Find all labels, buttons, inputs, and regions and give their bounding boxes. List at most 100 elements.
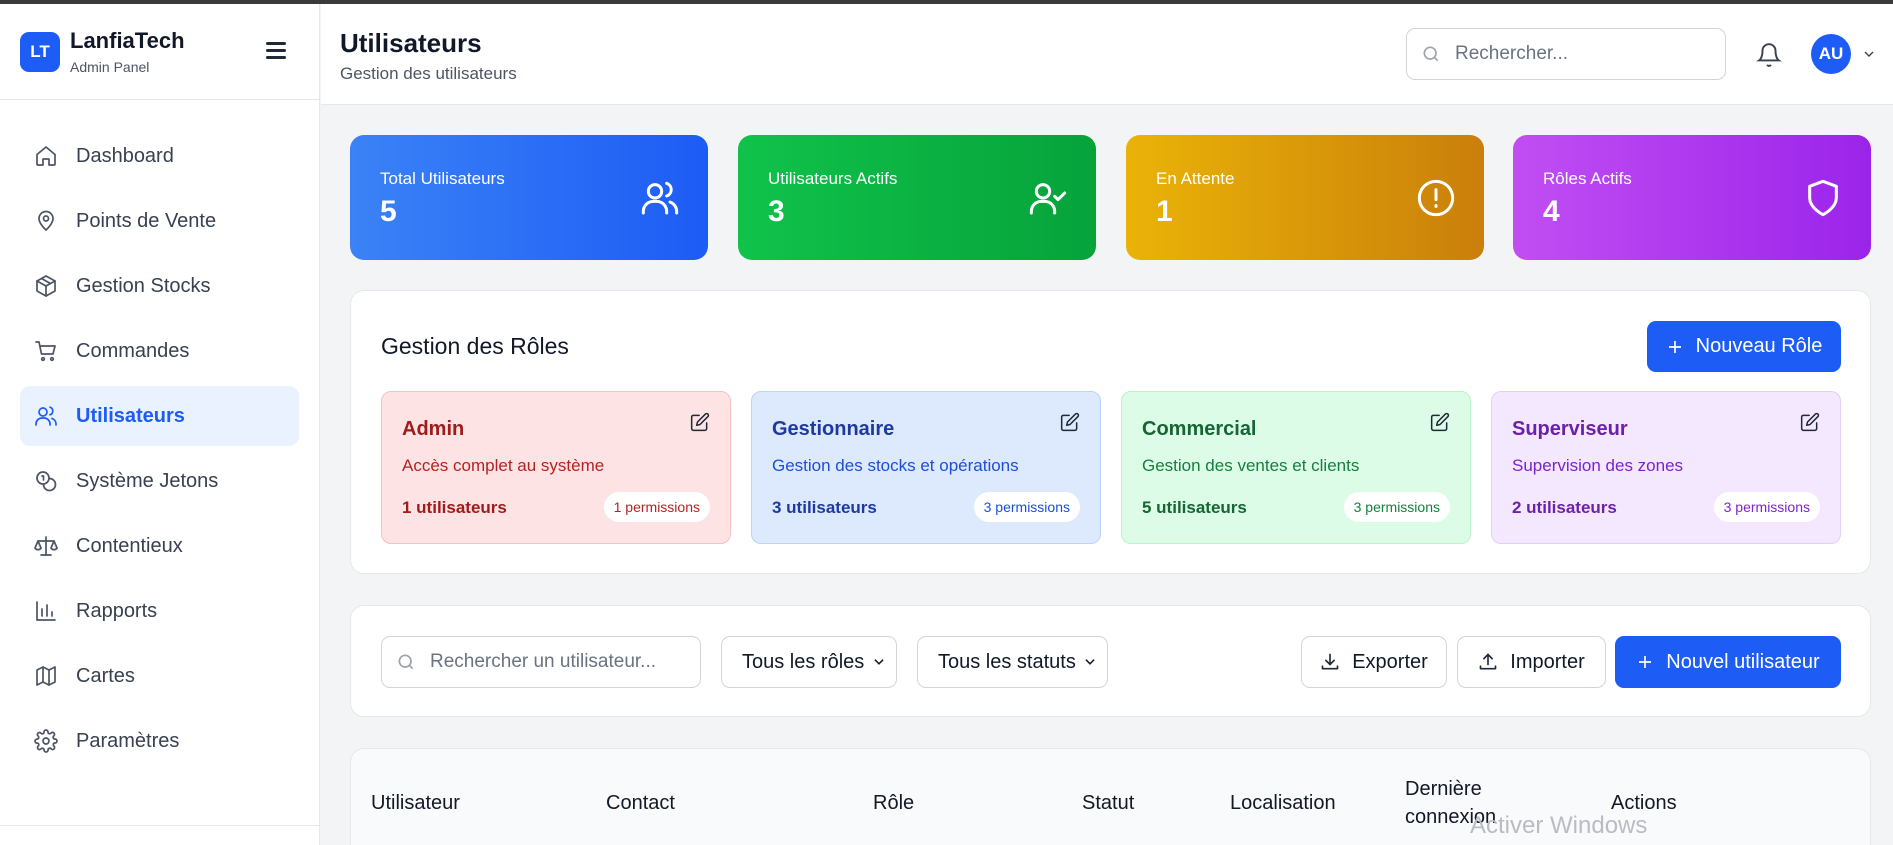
brand-logo: LT	[20, 31, 60, 72]
role-filter-value: Tous les rôles	[742, 650, 865, 673]
chevron-down-icon	[1085, 659, 1095, 665]
avatar[interactable]: AU	[1811, 34, 1851, 74]
page-title: Utilisateurs	[340, 28, 482, 58]
sidebar-item-label: Rapports	[76, 599, 158, 622]
sidebar-item-utilisateurs[interactable]: Utilisateurs	[20, 386, 299, 446]
plus-icon	[1639, 656, 1652, 668]
new-role-label: Nouveau Rôle	[1695, 335, 1823, 357]
role-permissions-badge: 3 permissions	[1343, 492, 1450, 522]
scale-icon	[34, 536, 58, 556]
stat-label: Total Utilisateurs	[380, 169, 505, 188]
export-label: Exporter	[1352, 650, 1428, 673]
column-header-contact[interactable]: Contact	[606, 789, 675, 817]
sidebar-item-label: Gestion Stocks	[76, 274, 211, 297]
role-name: Gestionnaire	[772, 418, 895, 440]
sidebar-item-label: Commandes	[76, 339, 190, 362]
chevron-down-icon	[874, 659, 884, 665]
stat-value: 3	[768, 195, 785, 228]
role-description: Accès complet au système	[402, 456, 605, 475]
plus-icon	[1668, 340, 1681, 353]
page-subtitle: Gestion des utilisateurs	[340, 64, 517, 83]
column-header-localisation[interactable]: Localisation	[1230, 789, 1336, 817]
brand-subtitle: Admin Panel	[70, 59, 150, 75]
role-card-gestionnaire[interactable]: Gestionnaire Gestion des stocks et opéra…	[751, 391, 1101, 544]
notifications-button[interactable]	[1756, 42, 1782, 68]
sidebar-item-cartes[interactable]: Cartes	[20, 646, 299, 706]
user-check-icon	[1029, 183, 1067, 215]
status-filter-value: Tous les statuts	[938, 650, 1076, 673]
import-button[interactable]: Importer	[1457, 636, 1606, 688]
new-user-button[interactable]: Nouvel utilisateur	[1615, 636, 1841, 688]
sidebar-nav: Dashboard Points de Vente Gestion Stocks…	[0, 100, 319, 771]
sidebar-footer	[0, 825, 320, 845]
sidebar-item-label: Dashboard	[76, 144, 174, 167]
cart-icon	[35, 341, 56, 362]
role-card-superviseur[interactable]: Superviseur Supervision des zones 2 util…	[1491, 391, 1841, 544]
stat-label: Utilisateurs Actifs	[768, 169, 898, 188]
export-button[interactable]: Exporter	[1301, 636, 1447, 688]
stat-card-active-users: Utilisateurs Actifs 3	[738, 135, 1096, 260]
edit-icon[interactable]	[1060, 412, 1080, 432]
sidebar-item-label: Points de Vente	[76, 209, 217, 232]
role-filter-select[interactable]: Tous les rôles	[721, 636, 897, 688]
user-search[interactable]	[381, 636, 701, 688]
edit-icon[interactable]	[1430, 412, 1450, 432]
user-search-input[interactable]	[430, 651, 690, 673]
brand-name: LanfiaTech	[70, 28, 185, 53]
column-header-role[interactable]: Rôle	[873, 789, 914, 817]
global-search[interactable]	[1406, 28, 1726, 80]
sidebar-item-label: Cartes	[76, 664, 135, 687]
sidebar-item-dashboard[interactable]: Dashboard	[20, 126, 299, 186]
role-users-count: 5 utilisateurs	[1142, 498, 1247, 517]
role-card-admin[interactable]: Admin Accès complet au système 1 utilisa…	[381, 391, 731, 544]
sidebar-item-points-de-vente[interactable]: Points de Vente	[20, 191, 299, 251]
stat-label: En Attente	[1156, 169, 1235, 188]
role-card-commercial[interactable]: Commercial Gestion des ventes et clients…	[1121, 391, 1471, 544]
stat-value: 5	[380, 195, 397, 228]
new-user-label: Nouvel utilisateur	[1666, 650, 1820, 673]
role-description: Gestion des stocks et opérations	[772, 456, 1019, 475]
search-icon	[1423, 46, 1439, 62]
sidebar-item-label: Utilisateurs	[76, 404, 185, 427]
users-icon	[641, 181, 679, 215]
edit-icon[interactable]	[690, 412, 710, 432]
sidebar-item-rapports[interactable]: Rapports	[20, 581, 299, 641]
sidebar-item-gestion-stocks[interactable]: Gestion Stocks	[20, 256, 299, 316]
new-role-button[interactable]: Nouveau Rôle	[1647, 321, 1841, 372]
role-description: Gestion des ventes et clients	[1142, 456, 1360, 475]
role-permissions-badge: 1 permissions	[603, 492, 710, 522]
bell-icon	[1756, 43, 1782, 67]
alert-circle-icon	[1417, 179, 1455, 217]
edit-icon[interactable]	[1800, 412, 1820, 432]
role-name: Admin	[402, 418, 465, 440]
role-description: Supervision des zones	[1512, 456, 1684, 475]
roles-title: Gestion des Rôles	[381, 333, 569, 359]
status-filter-select[interactable]: Tous les statuts	[917, 636, 1108, 688]
map-icon	[36, 666, 56, 686]
sidebar-item-commandes[interactable]: Commandes	[20, 321, 299, 381]
sidebar-item-parametres[interactable]: Paramètres	[20, 711, 299, 771]
package-icon	[36, 275, 56, 297]
stat-card-total-users: Total Utilisateurs 5	[350, 135, 708, 260]
sidebar-item-label: Système Jetons	[76, 469, 219, 492]
column-header-statut[interactable]: Statut	[1082, 789, 1134, 817]
top-header: Utilisateurs Gestion des utilisateurs AU	[321, 4, 1893, 105]
windows-activation-watermark: Activer Windows	[1470, 812, 1648, 839]
sidebar-item-label: Paramètres	[76, 729, 180, 752]
stat-card-pending: En Attente 1	[1126, 135, 1484, 260]
menu-toggle-icon[interactable]	[266, 42, 286, 63]
chevron-down-icon[interactable]	[1861, 46, 1877, 62]
upload-icon	[1479, 653, 1497, 670]
bar-chart-icon	[36, 601, 56, 621]
role-users-count: 3 utilisateurs	[772, 498, 877, 517]
sidebar-item-systeme-jetons[interactable]: Système Jetons	[20, 451, 299, 511]
sidebar-item-label: Contentieux	[76, 534, 183, 557]
column-header-utilisateur[interactable]: Utilisateur	[371, 789, 460, 817]
sidebar: LT LanfiaTech Admin Panel Dashboard Poin…	[0, 4, 320, 845]
roles-panel: Gestion des Rôles Nouveau Rôle Admin Acc…	[350, 290, 1871, 574]
sidebar-item-contentieux[interactable]: Contentieux	[20, 516, 299, 576]
users-icon	[35, 406, 57, 426]
global-search-input[interactable]	[1455, 43, 1705, 65]
stat-value: 1	[1156, 195, 1173, 228]
stat-label: Rôles Actifs	[1543, 169, 1632, 188]
